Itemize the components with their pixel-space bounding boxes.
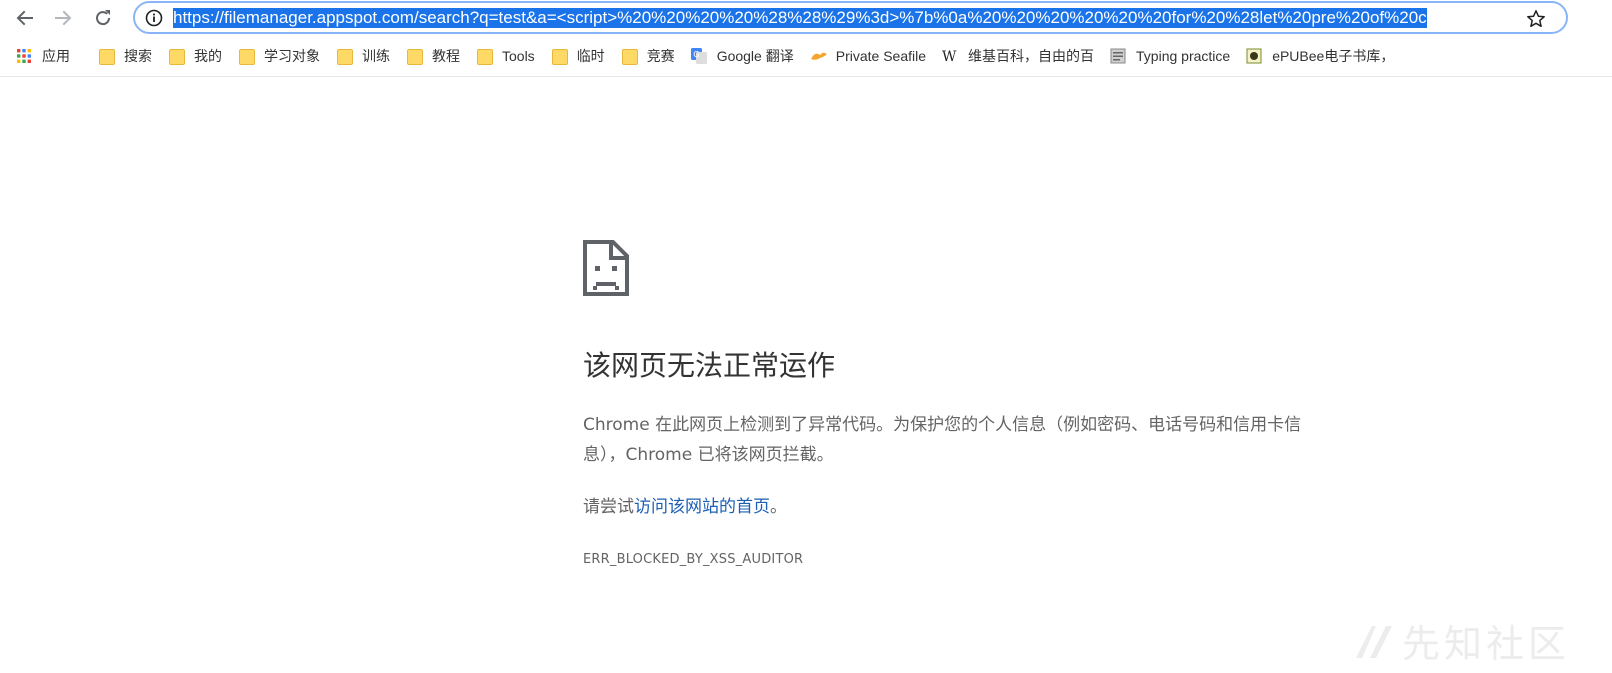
bookmark-label: 维基百科，自由的百 bbox=[968, 48, 1095, 64]
svg-text:W: W bbox=[942, 49, 957, 64]
bookmark-label: Tools bbox=[502, 48, 535, 64]
watermark: 先知社区 bbox=[1352, 612, 1602, 668]
folder-icon bbox=[238, 48, 255, 65]
bookmark-folder-search[interactable]: 搜索 bbox=[78, 42, 160, 70]
bookmark-typing-practice[interactable]: Typing practice bbox=[1102, 42, 1238, 70]
folder-icon bbox=[621, 48, 638, 65]
bookmark-wikipedia[interactable]: W 维基百科，自由的百 bbox=[934, 42, 1102, 70]
folder-icon bbox=[98, 48, 115, 65]
browser-toolbar: https://filemanager.appspot.com/search?q… bbox=[0, 0, 1612, 35]
google-translate-icon: G bbox=[690, 48, 707, 64]
reload-icon bbox=[96, 10, 111, 26]
homepage-link[interactable]: 访问该网站的首页 bbox=[634, 497, 770, 517]
suggestion-suffix: 。 bbox=[770, 497, 787, 517]
bookmark-epubee[interactable]: ePUBee电子书库， bbox=[1238, 42, 1402, 70]
info-circle-icon[interactable] bbox=[145, 9, 163, 27]
bookmarks-bar: 应用 搜索 我的 学习对象 训练 教程 Tools 临时 竞赛 G Google… bbox=[0, 40, 1612, 72]
svg-text:G: G bbox=[693, 50, 699, 59]
bookmark-label: Private Seafile bbox=[835, 48, 927, 64]
bookmark-folder-tutorial[interactable]: 教程 bbox=[398, 42, 468, 70]
sad-page-icon bbox=[583, 240, 629, 296]
folder-icon bbox=[551, 48, 568, 65]
seafile-icon bbox=[810, 48, 827, 64]
bookmark-label: 训练 bbox=[362, 48, 390, 64]
bookmark-label: 我的 bbox=[194, 48, 222, 64]
error-code: ERR_BLOCKED_BY_XSS_AUDITOR bbox=[583, 552, 804, 567]
address-bar[interactable]: https://filemanager.appspot.com/search?q… bbox=[133, 1, 1568, 34]
bookmark-label: 竞赛 bbox=[646, 48, 675, 64]
epubee-icon bbox=[1246, 48, 1262, 64]
bookmark-label: Typing practice bbox=[1136, 48, 1231, 64]
xianzhi-logo-icon bbox=[1356, 626, 1392, 658]
bookmark-label: 临时 bbox=[576, 48, 605, 64]
bookmark-folder-contest[interactable]: 竞赛 bbox=[613, 42, 683, 70]
typing-icon bbox=[1110, 48, 1126, 64]
suggestion-text: 请尝试访问该网站的首页。 bbox=[583, 492, 787, 517]
bookmark-label: 教程 bbox=[432, 48, 460, 64]
browser-chrome: https://filemanager.appspot.com/search?q… bbox=[0, 0, 1612, 77]
bookmark-label: Google 翻译 bbox=[716, 48, 794, 64]
bookmark-apps[interactable]: 应用 bbox=[0, 42, 78, 70]
folder-icon bbox=[336, 48, 353, 65]
folder-icon bbox=[476, 48, 493, 65]
folder-icon bbox=[168, 48, 185, 65]
star-icon[interactable] bbox=[1525, 8, 1547, 30]
error-description: Chrome 在此网页上检测到了异常代码。为保护您的个人信息（例如密码、电话号码… bbox=[583, 415, 1302, 465]
bookmark-folder-study[interactable]: 学习对象 bbox=[230, 42, 328, 70]
url-text[interactable]: https://filemanager.appspot.com/search?q… bbox=[173, 8, 1515, 30]
bookmark-label: 应用 bbox=[42, 48, 70, 64]
arrow-right-icon bbox=[55, 10, 72, 26]
bookmark-folder-tools[interactable]: Tools bbox=[468, 42, 543, 70]
bookmark-folder-mine[interactable]: 我的 bbox=[160, 42, 230, 70]
url-selection: https://filemanager.appspot.com/search?q… bbox=[173, 8, 1427, 28]
reload-button[interactable] bbox=[89, 4, 117, 32]
bookmark-label: 学习对象 bbox=[264, 48, 320, 64]
bookmark-folder-temp[interactable]: 临时 bbox=[543, 42, 613, 70]
watermark-text: 先知社区 bbox=[1402, 621, 1571, 666]
folder-icon bbox=[406, 48, 423, 65]
error-heading: 该网页无法正常运作 bbox=[583, 349, 836, 382]
bookmark-private-seafile[interactable]: Private Seafile bbox=[802, 42, 934, 70]
wikipedia-icon: W bbox=[942, 48, 958, 65]
bookmark-label: ePUBee电子书库， bbox=[1272, 48, 1395, 64]
bookmark-google-translate[interactable]: G Google 翻译 bbox=[683, 42, 802, 70]
apps-grid-icon bbox=[16, 48, 32, 64]
arrow-left-icon bbox=[16, 10, 33, 26]
forward-button[interactable] bbox=[49, 4, 77, 32]
back-button[interactable] bbox=[11, 4, 39, 32]
bookmark-folder-training[interactable]: 训练 bbox=[328, 42, 398, 70]
bookmark-label: 搜索 bbox=[124, 48, 152, 64]
suggestion-prefix: 请尝试 bbox=[583, 497, 634, 517]
